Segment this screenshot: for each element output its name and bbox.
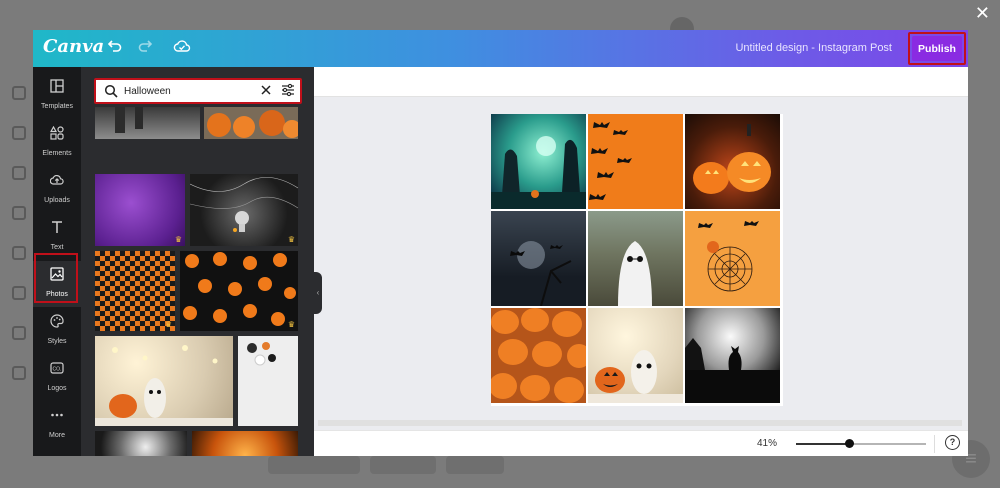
editor-topbar: Canva Untitled design - Instagram Post P… xyxy=(33,30,968,67)
premium-crown-icon: ♛ xyxy=(287,320,295,329)
nav-label: Logos xyxy=(47,385,67,392)
design-image-night-sky[interactable] xyxy=(491,211,586,306)
photos-panel: ♛ ♛ ♛ ♛ xyxy=(81,67,314,456)
svg-text:CO.: CO. xyxy=(53,366,62,372)
filter-icon[interactable] xyxy=(281,83,295,97)
design-page[interactable] xyxy=(491,114,783,406)
design-image-pumpkin-decor[interactable] xyxy=(588,308,683,403)
editor-footer: 41% ? xyxy=(314,430,968,456)
photo-thumbnail[interactable] xyxy=(95,107,200,139)
photo-thumbnail[interactable] xyxy=(204,107,298,139)
design-image-moon-forest[interactable] xyxy=(491,114,586,209)
canva-logo[interactable]: Canva xyxy=(43,36,104,57)
design-image-full-moon-cat[interactable] xyxy=(685,308,780,403)
photos-icon xyxy=(50,267,64,281)
search-icon xyxy=(104,84,118,98)
publish-button[interactable]: Publish xyxy=(912,36,962,61)
design-title[interactable]: Untitled design - Instagram Post xyxy=(735,42,892,54)
background-pill xyxy=(268,456,360,474)
background-sidebar xyxy=(0,60,33,460)
photo-thumbnail[interactable]: ♛ xyxy=(95,174,185,246)
nav-label: Uploads xyxy=(44,197,70,204)
zoom-level[interactable]: 41% xyxy=(757,438,777,449)
photo-thumbnail[interactable]: ♛ xyxy=(190,174,298,246)
cloud-icon[interactable] xyxy=(172,38,192,58)
search-box xyxy=(94,78,302,104)
clear-icon[interactable] xyxy=(259,83,273,97)
design-image-ghost[interactable] xyxy=(588,211,683,306)
help-button[interactable]: ? xyxy=(945,435,960,450)
photo-thumbnail[interactable] xyxy=(238,336,298,426)
premium-crown-icon: ♛ xyxy=(287,235,295,244)
design-image-bats[interactable] xyxy=(588,114,683,209)
templates-icon xyxy=(50,79,64,93)
styles-icon xyxy=(50,314,64,328)
design-image-pumpkins[interactable] xyxy=(491,308,586,403)
background-pill xyxy=(370,456,436,474)
publish-highlight: Publish xyxy=(908,32,966,65)
more-icon xyxy=(51,413,63,417)
photo-thumbnail[interactable] xyxy=(192,431,298,456)
horizontal-scrollbar[interactable] xyxy=(318,420,962,426)
zoom-slider-handle[interactable] xyxy=(845,439,854,448)
nav-label: Styles xyxy=(47,338,67,345)
zoom-slider[interactable] xyxy=(796,439,926,448)
footer-divider xyxy=(934,435,935,453)
nav-item-logos[interactable]: CO. Logos xyxy=(33,355,81,401)
nav-label: More xyxy=(49,432,65,439)
canvas-area: 41% ? xyxy=(314,67,968,456)
nav-item-templates[interactable]: Templates xyxy=(33,73,81,119)
elements-icon xyxy=(50,126,64,140)
nav-item-uploads[interactable]: Uploads xyxy=(33,167,81,213)
zoom-slider-fill xyxy=(796,443,849,445)
photo-thumbnail[interactable] xyxy=(95,336,233,426)
nav-label: Templates xyxy=(41,103,73,110)
photo-thumbnail[interactable]: ♛ xyxy=(95,251,175,331)
design-image-spider-web[interactable] xyxy=(685,211,780,306)
nav-label: Photos xyxy=(46,291,68,298)
nav-item-photos[interactable]: Photos xyxy=(33,261,81,307)
collapse-panel-handle[interactable]: ‹ xyxy=(314,272,322,314)
undo-icon[interactable] xyxy=(105,38,125,58)
text-icon xyxy=(52,221,62,233)
photo-thumbnail[interactable] xyxy=(95,431,187,456)
redo-icon[interactable] xyxy=(135,38,155,58)
nav-label: Elements xyxy=(42,150,72,157)
premium-crown-icon: ♛ xyxy=(164,320,172,329)
nav-label: Text xyxy=(50,244,64,251)
search-input[interactable] xyxy=(124,83,254,99)
nav-item-text[interactable]: Text xyxy=(33,214,81,260)
close-icon[interactable]: ✕ xyxy=(975,3,990,24)
nav-item-styles[interactable]: Styles xyxy=(33,308,81,354)
photo-thumbnail[interactable]: ♛ xyxy=(180,251,298,331)
editor-toolbar xyxy=(314,67,968,97)
design-editor-modal: Canva Untitled design - Instagram Post P… xyxy=(33,30,968,456)
nav-item-elements[interactable]: Elements xyxy=(33,120,81,166)
background-pill xyxy=(446,456,504,474)
left-nav: Templates Elements Uploads Text Photos S… xyxy=(33,67,81,456)
nav-item-more[interactable]: More xyxy=(33,402,81,448)
uploads-icon xyxy=(50,174,64,185)
design-image-jack-o-lanterns[interactable] xyxy=(685,114,780,209)
logos-icon: CO. xyxy=(50,362,64,374)
premium-crown-icon: ♛ xyxy=(174,235,182,244)
